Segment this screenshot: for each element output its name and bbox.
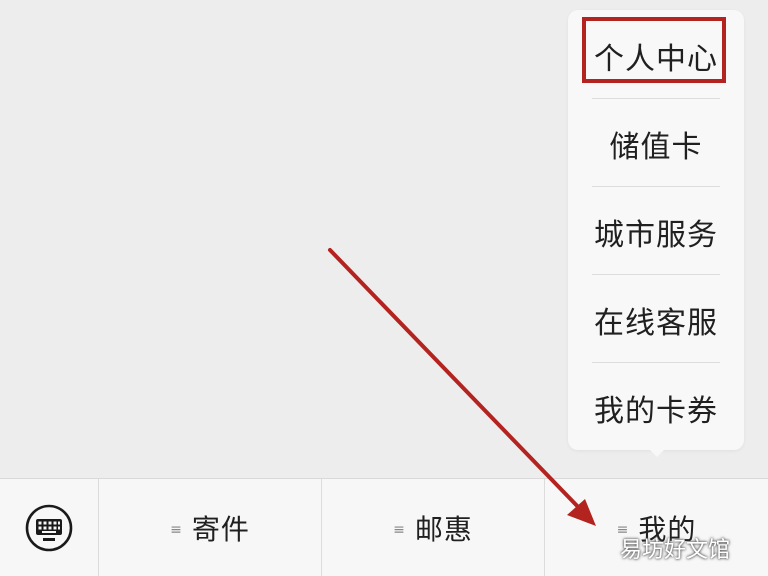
tab-label: 寄件 [191, 512, 250, 546]
menu-item-label: 城市服务 [594, 218, 718, 253]
menu-divider [592, 362, 720, 363]
tab-send-parcel[interactable]: ≡ 寄件 [99, 479, 321, 576]
menu-divider [592, 98, 720, 99]
menu-lines-icon: ≡ [170, 521, 182, 538]
menu-item-city-services[interactable]: 城市服务 [568, 188, 744, 276]
menu-divider [592, 186, 720, 187]
menu-item-label: 储值卡 [609, 130, 703, 165]
menu-item-label: 我的卡券 [594, 394, 718, 429]
menu-item-online-service[interactable]: 在线客服 [568, 276, 744, 364]
tab-postal-deals[interactable]: ≡ 邮惠 [322, 479, 544, 576]
menu-item-label: 在线客服 [594, 306, 718, 341]
menu-divider [592, 274, 720, 275]
annotation-highlight-box [582, 17, 726, 83]
watermark-text: 易坊好文馆 [620, 538, 731, 563]
keyboard-toggle-button[interactable] [0, 479, 99, 576]
keyboard-icon [25, 504, 73, 551]
popup-pointer [646, 446, 668, 457]
menu-item-my-coupons[interactable]: 我的卡券 [568, 364, 744, 452]
tab-label: 邮惠 [414, 512, 473, 546]
menu-lines-icon: ≡ [393, 521, 405, 538]
screen: 个人中心 储值卡 城市服务 在线客服 我的卡券 ≡ 寄件 ≡ 邮惠 ≡ 我的 易… [0, 0, 768, 576]
menu-item-stored-value-card[interactable]: 储值卡 [568, 100, 744, 188]
